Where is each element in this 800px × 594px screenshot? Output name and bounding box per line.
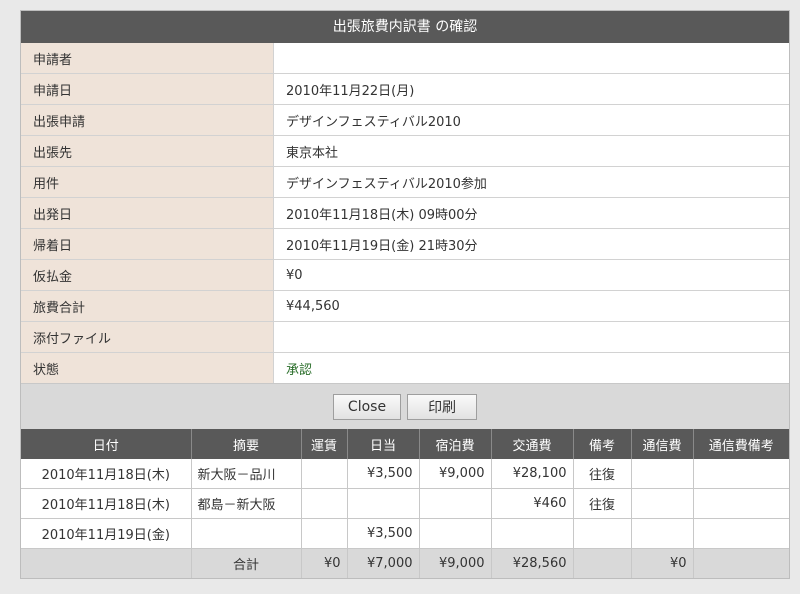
info-label: 出張先 bbox=[21, 135, 274, 167]
total-lodging: ¥9,000 bbox=[419, 548, 492, 578]
info-value bbox=[273, 43, 789, 74]
communication-cell bbox=[631, 518, 694, 549]
communication-note-cell bbox=[693, 459, 789, 489]
lodging-cell: ¥9,000 bbox=[419, 459, 492, 489]
transport-cell: ¥28,100 bbox=[491, 459, 574, 489]
daily-allowance-cell: ¥3,500 bbox=[347, 459, 420, 489]
total-cell bbox=[693, 548, 789, 578]
column-header: 日付 bbox=[21, 429, 192, 459]
note-cell: 往復 bbox=[573, 459, 632, 489]
info-table: 申請者 申請日 2010年11月22日(月) 出張申請 デザインフェスティバル2… bbox=[21, 43, 789, 383]
communication-note-cell bbox=[693, 518, 789, 549]
info-row-apply-date: 申請日 2010年11月22日(月) bbox=[21, 73, 789, 105]
summary-cell bbox=[191, 518, 302, 549]
info-value: ¥0 bbox=[273, 259, 789, 291]
total-row: 合計 ¥0 ¥7,000 ¥9,000 ¥28,560 ¥0 bbox=[21, 548, 789, 578]
total-fare: ¥0 bbox=[301, 548, 348, 578]
info-value: 2010年11月18日(木) 09時00分 bbox=[273, 197, 789, 229]
date-cell: 2010年11月19日(金) bbox=[21, 518, 192, 549]
fare-cell bbox=[301, 488, 348, 519]
expense-confirm-panel: 出張旅費内訳書 の確認 申請者 申請日 2010年11月22日(月) 出張申請 … bbox=[20, 10, 790, 579]
page-title: 出張旅費内訳書 の確認 bbox=[21, 11, 789, 43]
info-value: 東京本社 bbox=[273, 135, 789, 167]
transport-cell: ¥460 bbox=[491, 488, 574, 519]
note-cell: 往復 bbox=[573, 488, 632, 519]
table-row: 2010年11月18日(木) 都島－新大阪 ¥460 往復 bbox=[21, 488, 789, 519]
fare-cell bbox=[301, 459, 348, 489]
info-row-departure: 出発日 2010年11月18日(木) 09時00分 bbox=[21, 197, 789, 229]
table-header-row: 日付 摘要 運賃 日当 宿泊費 交通費 備考 通信費 通信費備考 bbox=[21, 429, 789, 459]
info-label: 状態 bbox=[21, 352, 274, 383]
column-header: 備考 bbox=[573, 429, 632, 459]
info-value: ¥44,560 bbox=[273, 290, 789, 322]
fare-cell bbox=[301, 518, 348, 549]
communication-cell bbox=[631, 488, 694, 519]
column-header: 交通費 bbox=[491, 429, 574, 459]
lodging-cell bbox=[419, 518, 492, 549]
info-row-status: 状態 承認 bbox=[21, 352, 789, 383]
print-button[interactable]: 印刷 bbox=[407, 393, 478, 420]
info-row-attachment: 添付ファイル bbox=[21, 321, 789, 353]
column-header: 通信費 bbox=[631, 429, 694, 459]
info-value bbox=[273, 321, 789, 353]
info-row-total-expense: 旅費合計 ¥44,560 bbox=[21, 290, 789, 322]
column-header: 宿泊費 bbox=[419, 429, 492, 459]
info-label: 申請者 bbox=[21, 43, 274, 74]
column-header: 摘要 bbox=[191, 429, 302, 459]
communication-cell bbox=[631, 459, 694, 489]
column-header: 運賃 bbox=[301, 429, 348, 459]
total-label: 合計 bbox=[191, 548, 302, 578]
total-daily-allowance: ¥7,000 bbox=[347, 548, 420, 578]
note-cell bbox=[573, 518, 632, 549]
summary-cell: 都島－新大阪 bbox=[191, 488, 302, 519]
info-label: 出発日 bbox=[21, 197, 274, 229]
info-value: デザインフェスティバル2010 bbox=[273, 104, 789, 136]
table-row: 2010年11月18日(木) 新大阪－品川 ¥3,500 ¥9,000 ¥28,… bbox=[21, 459, 789, 489]
column-header: 日当 bbox=[347, 429, 420, 459]
date-cell: 2010年11月18日(木) bbox=[21, 488, 192, 519]
info-label: 申請日 bbox=[21, 73, 274, 105]
info-label: 帰着日 bbox=[21, 228, 274, 260]
info-label: 添付ファイル bbox=[21, 321, 274, 353]
info-label: 用件 bbox=[21, 166, 274, 198]
date-cell: 2010年11月18日(木) bbox=[21, 459, 192, 489]
info-value: 2010年11月19日(金) 21時30分 bbox=[273, 228, 789, 260]
button-bar: Close 印刷 bbox=[21, 383, 789, 429]
close-button[interactable]: Close bbox=[332, 393, 402, 420]
info-row-return: 帰着日 2010年11月19日(金) 21時30分 bbox=[21, 228, 789, 260]
communication-note-cell bbox=[693, 488, 789, 519]
info-value: 2010年11月22日(月) bbox=[273, 73, 789, 105]
total-cell bbox=[21, 548, 192, 578]
info-label: 出張申請 bbox=[21, 104, 274, 136]
summary-cell: 新大阪－品川 bbox=[191, 459, 302, 489]
daily-allowance-cell: ¥3,500 bbox=[347, 518, 420, 549]
info-row-destination: 出張先 東京本社 bbox=[21, 135, 789, 167]
info-row-purpose: 用件 デザインフェスティバル2010参加 bbox=[21, 166, 789, 198]
total-communication: ¥0 bbox=[631, 548, 694, 578]
total-cell bbox=[573, 548, 632, 578]
table-row: 2010年11月19日(金) ¥3,500 bbox=[21, 518, 789, 549]
status-value: 承認 bbox=[273, 352, 789, 383]
info-label: 仮払金 bbox=[21, 259, 274, 291]
info-label: 旅費合計 bbox=[21, 290, 274, 322]
transport-cell bbox=[491, 518, 574, 549]
info-row-advance: 仮払金 ¥0 bbox=[21, 259, 789, 291]
info-value: デザインフェスティバル2010参加 bbox=[273, 166, 789, 198]
daily-allowance-cell bbox=[347, 488, 420, 519]
lodging-cell bbox=[419, 488, 492, 519]
column-header: 通信費備考 bbox=[693, 429, 789, 459]
total-transport: ¥28,560 bbox=[491, 548, 574, 578]
expense-detail-table: 日付 摘要 運賃 日当 宿泊費 交通費 備考 通信費 通信費備考 2010年11… bbox=[21, 429, 789, 578]
info-row-trip-request: 出張申請 デザインフェスティバル2010 bbox=[21, 104, 789, 136]
info-row-applicant: 申請者 bbox=[21, 43, 789, 74]
